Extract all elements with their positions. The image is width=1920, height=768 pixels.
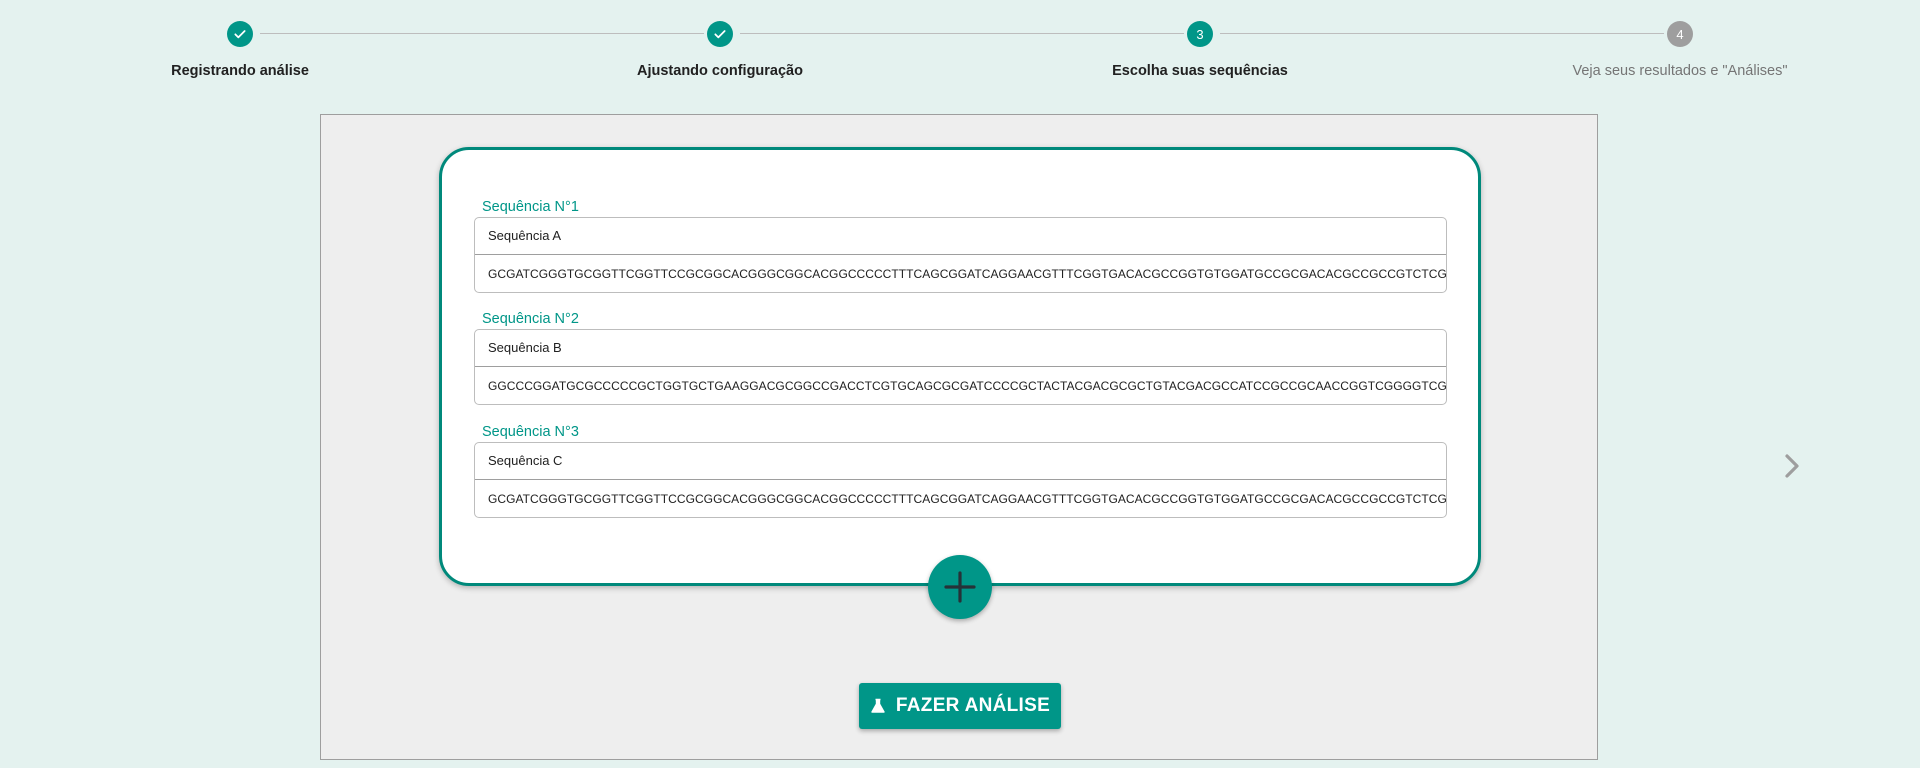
check-icon xyxy=(714,30,726,39)
stepper: Registrando análise Ajustando configuraç… xyxy=(0,0,1920,110)
step-2-check-icon[interactable] xyxy=(707,21,733,47)
sequence-dna-field[interactable]: GCGATCGGGTGCGGTTCGGTTCCGCGGCACGGGCGGCACG… xyxy=(475,480,1446,518)
sequence-title: Sequência N°2 xyxy=(482,311,579,327)
step-connector xyxy=(740,33,1184,34)
step-4-number[interactable]: 4 xyxy=(1667,21,1693,47)
analyze-button[interactable]: FAZER ANÁLISE xyxy=(859,683,1061,729)
step-3-number[interactable]: 3 xyxy=(1187,21,1213,47)
step-4-label[interactable]: Veja seus resultados e "Análises" xyxy=(1510,63,1850,79)
sequence-name-field[interactable]: Sequência B xyxy=(475,330,1446,367)
chevron-right-icon xyxy=(1785,454,1799,478)
sequence-box: Sequência B GGCCCGGATGCGCCCCCGCTGGTGCTGA… xyxy=(474,329,1447,405)
analyze-button-label: FAZER ANÁLISE xyxy=(895,695,1051,716)
next-button[interactable] xyxy=(1782,452,1802,480)
sequence-title: Sequência N°1 xyxy=(482,199,579,215)
sequence-dna-field[interactable]: GGCCCGGATGCGCCCCCGCTGGTGCTGAAGGACGCGGCCG… xyxy=(475,367,1446,405)
sequence-box: Sequência C GCGATCGGGTGCGGTTCGGTTCCGCGGC… xyxy=(474,442,1447,518)
step-1-label[interactable]: Registrando análise xyxy=(70,63,410,79)
sequence-item: Sequência N°3 Sequência C GCGATCGGGTGCGG… xyxy=(474,424,1447,520)
plus-icon xyxy=(944,571,976,603)
flask-icon xyxy=(871,698,885,713)
step-connector xyxy=(1220,33,1664,34)
sequence-name-field[interactable]: Sequência A xyxy=(475,218,1446,255)
sequence-item: Sequência N°2 Sequência B GGCCCGGATGCGCC… xyxy=(474,311,1447,407)
sequence-title: Sequência N°3 xyxy=(482,424,579,440)
sequence-item: Sequência N°1 Sequência A GCGATCGGGTGCGG… xyxy=(474,199,1447,295)
sequence-name-field[interactable]: Sequência C xyxy=(475,443,1446,480)
check-icon xyxy=(234,30,246,39)
sequence-dna-field[interactable]: GCGATCGGGTGCGGTTCGGTTCCGCGGCACGGGCGGCACG… xyxy=(475,255,1446,293)
add-sequence-button[interactable] xyxy=(928,555,992,619)
step-2-label[interactable]: Ajustando configuração xyxy=(550,63,890,79)
sequence-box: Sequência A GCGATCGGGTGCGGTTCGGTTCCGCGGC… xyxy=(474,217,1447,293)
step-connector xyxy=(260,33,704,34)
step-1-check-icon[interactable] xyxy=(227,21,253,47)
step-3-label[interactable]: Escolha suas sequências xyxy=(1030,63,1370,79)
